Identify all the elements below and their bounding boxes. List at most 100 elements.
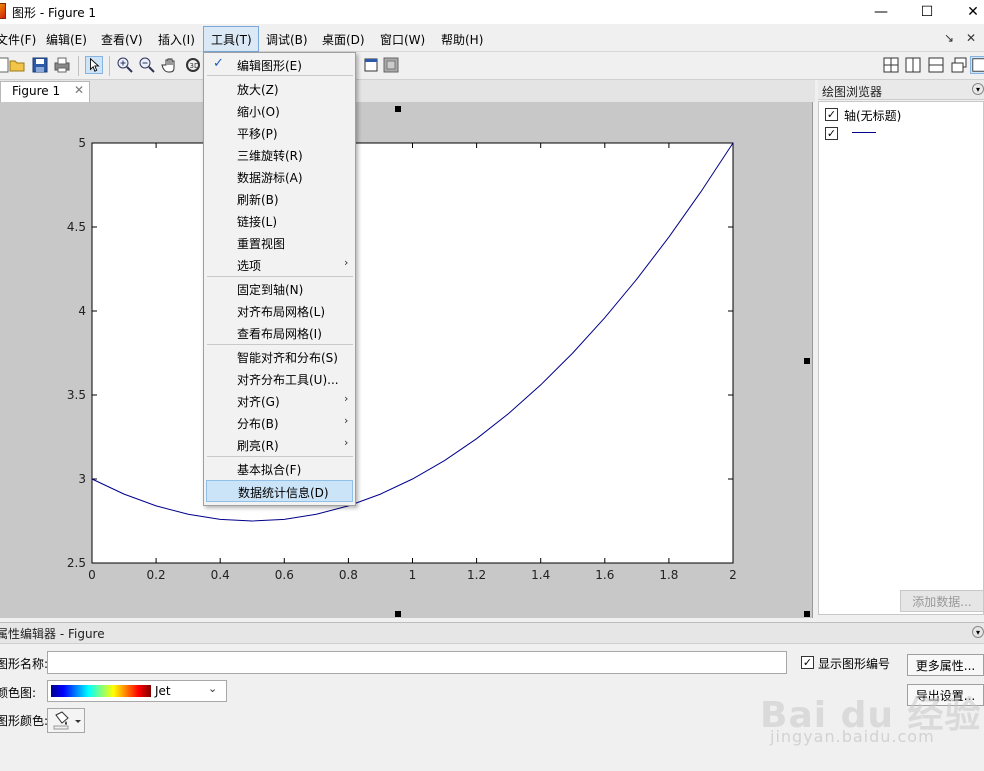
figure-name-input[interactable] bbox=[47, 651, 787, 674]
minimize-button[interactable]: — bbox=[858, 0, 904, 24]
tools-menu-item-label: 重置视图 bbox=[237, 237, 286, 251]
tools-menu-item[interactable]: 数据游标(A) bbox=[204, 166, 355, 188]
tools-menu-item[interactable]: 放大(Z) bbox=[204, 78, 355, 100]
y-tick-label: 5 bbox=[78, 136, 86, 150]
print-icon[interactable] bbox=[53, 56, 71, 74]
split-horizontal-icon[interactable] bbox=[927, 56, 945, 74]
pan-icon[interactable] bbox=[161, 56, 179, 74]
more-properties-button[interactable]: 更多属性... bbox=[907, 654, 984, 676]
tools-menu-item[interactable]: 平移(P) bbox=[204, 122, 355, 144]
data-cursor-icon[interactable] bbox=[362, 56, 380, 74]
tools-menu-item[interactable]: 刷新(B) bbox=[204, 188, 355, 210]
tools-menu-item[interactable]: 分布(B) › bbox=[204, 412, 355, 434]
menu-view[interactable]: 查看(V) bbox=[101, 31, 143, 48]
tools-menu-item[interactable]: 查看布局网格(I) bbox=[204, 322, 355, 344]
selection-handle[interactable] bbox=[395, 611, 401, 617]
rotate-icon[interactable]: 3D bbox=[184, 56, 202, 74]
figure-tab-strip bbox=[0, 80, 815, 102]
menu-window[interactable]: 窗口(W) bbox=[380, 31, 425, 48]
figure-tab-label: Figure 1 bbox=[12, 84, 61, 98]
tools-menu-item-label: 分布(B) bbox=[237, 417, 279, 431]
figure-color-label: 图形颜色: bbox=[0, 714, 49, 728]
axes-item-label[interactable]: 轴(无标题) bbox=[844, 107, 901, 124]
y-tick-label: 4 bbox=[78, 304, 86, 318]
chevron-down-icon[interactable]: ⌄ bbox=[208, 682, 217, 695]
tools-menu-item-label: 平移(P) bbox=[237, 127, 278, 141]
zoom-out-icon[interactable] bbox=[138, 56, 156, 74]
tools-menu-item[interactable]: 固定到轴(N) bbox=[204, 278, 355, 300]
zoom-in-icon[interactable] bbox=[116, 56, 134, 74]
x-tick-label: 1.2 bbox=[467, 568, 486, 582]
open-icon[interactable] bbox=[8, 56, 26, 74]
tools-menu-item-label: 缩小(O) bbox=[237, 105, 280, 119]
pointer-icon[interactable] bbox=[85, 56, 103, 74]
plot-browser-panel bbox=[818, 101, 984, 615]
menu-help[interactable]: 帮助(H) bbox=[441, 31, 483, 48]
x-tick-label: 1.6 bbox=[595, 568, 614, 582]
watermark-url: jingyan.baidu.com bbox=[770, 727, 935, 746]
tools-menu-item[interactable]: 刷亮(R) › bbox=[204, 434, 355, 456]
tools-menu-item[interactable]: 基本拟合(F) bbox=[204, 458, 355, 480]
tools-menu-item[interactable]: 对齐布局网格(L) bbox=[204, 300, 355, 322]
checkmark-icon: ✓ bbox=[213, 56, 224, 71]
menu-edit[interactable]: 编辑(E) bbox=[46, 31, 87, 48]
close-window-button[interactable]: ✕ bbox=[950, 0, 984, 24]
axes-visible-checkbox[interactable]: ✓ bbox=[825, 108, 838, 121]
tools-menu-item[interactable]: 数据统计信息(D) bbox=[206, 480, 353, 502]
tools-menu-item[interactable]: 三维旋转(R) bbox=[204, 144, 355, 166]
y-tick-label: 3.5 bbox=[67, 388, 86, 402]
menu-file[interactable]: 文件(F) bbox=[0, 31, 36, 48]
tools-menu-item-label: 对齐(G) bbox=[237, 395, 280, 409]
x-tick-label: 1 bbox=[409, 568, 417, 582]
show-figure-number-label: 显示图形编号 bbox=[818, 657, 891, 671]
paint-bucket-icon bbox=[53, 711, 81, 730]
tools-menu-item[interactable]: 重置视图 bbox=[204, 232, 355, 254]
y-tick-label: 4.5 bbox=[67, 220, 86, 234]
close-tab-icon[interactable]: ✕ bbox=[74, 83, 84, 97]
tools-menu-item-label: 三维旋转(R) bbox=[237, 149, 303, 163]
add-data-button[interactable]: 添加数据... bbox=[900, 590, 984, 612]
tools-menu-item[interactable]: 缩小(O) bbox=[204, 100, 355, 122]
float-icon[interactable] bbox=[950, 56, 968, 74]
line-plot[interactable]: 0 0.2 0.4 0.6 0.8 1 1.2 1.4 1.6 1.8 2 2.5 3 3.5 4 4.5 5 bbox=[0, 102, 813, 602]
menu-desktop[interactable]: 桌面(D) bbox=[322, 31, 365, 48]
toolbar-separator bbox=[78, 56, 79, 76]
menu-separator bbox=[207, 456, 353, 457]
split-vertical-icon[interactable] bbox=[904, 56, 922, 74]
brush-icon[interactable] bbox=[382, 56, 400, 74]
menu-separator bbox=[207, 276, 353, 277]
tools-menu-item[interactable]: ✓ 编辑图形(E) bbox=[204, 54, 355, 76]
property-editor-title: 属性编辑器 - Figure bbox=[0, 627, 105, 641]
undock-icon[interactable]: ↘ bbox=[944, 31, 954, 45]
toolbar-separator bbox=[109, 56, 110, 76]
line-series-sample[interactable] bbox=[852, 132, 876, 133]
show-figure-number-checkbox[interactable]: ✓ bbox=[801, 656, 814, 669]
x-tick-label: 2 bbox=[729, 568, 737, 582]
line-visible-checkbox[interactable]: ✓ bbox=[825, 127, 838, 140]
colormap-value: Jet bbox=[155, 684, 171, 698]
tile-icon[interactable] bbox=[882, 56, 900, 74]
dock-icon[interactable] bbox=[970, 56, 984, 74]
tools-menu-item-label: 对齐布局网格(L) bbox=[237, 305, 326, 319]
x-tick-label: 1.8 bbox=[659, 568, 678, 582]
collapse-icon[interactable]: ▾ bbox=[972, 83, 984, 95]
plot-axes-box[interactable] bbox=[91, 142, 734, 564]
tools-menu-item[interactable]: 链接(L) bbox=[204, 210, 355, 232]
selection-handle[interactable] bbox=[804, 611, 810, 617]
tools-menu-item-label: 查看布局网格(I) bbox=[237, 327, 322, 341]
tools-menu-item[interactable]: 对齐(G) › bbox=[204, 390, 355, 412]
title-bar bbox=[0, 0, 984, 24]
x-tick-label: 1.4 bbox=[531, 568, 550, 582]
close-figure-icon[interactable]: ✕ bbox=[966, 31, 976, 45]
save-icon[interactable] bbox=[31, 56, 49, 74]
tools-menu-item[interactable]: 对齐分布工具(U)... bbox=[204, 368, 355, 390]
submenu-arrow-icon: › bbox=[344, 414, 349, 427]
menu-tools[interactable]: 工具(T) bbox=[211, 31, 252, 48]
menu-insert[interactable]: 插入(I) bbox=[158, 31, 195, 48]
figure-color-button[interactable] bbox=[47, 708, 85, 733]
menu-debug[interactable]: 调试(B) bbox=[266, 31, 308, 48]
tools-menu-item[interactable]: 智能对齐和分布(S) bbox=[204, 346, 355, 368]
maximize-button[interactable]: ☐ bbox=[904, 0, 950, 24]
collapse-icon[interactable]: ▾ bbox=[972, 626, 984, 638]
tools-menu-item[interactable]: 选项 › bbox=[204, 254, 355, 276]
